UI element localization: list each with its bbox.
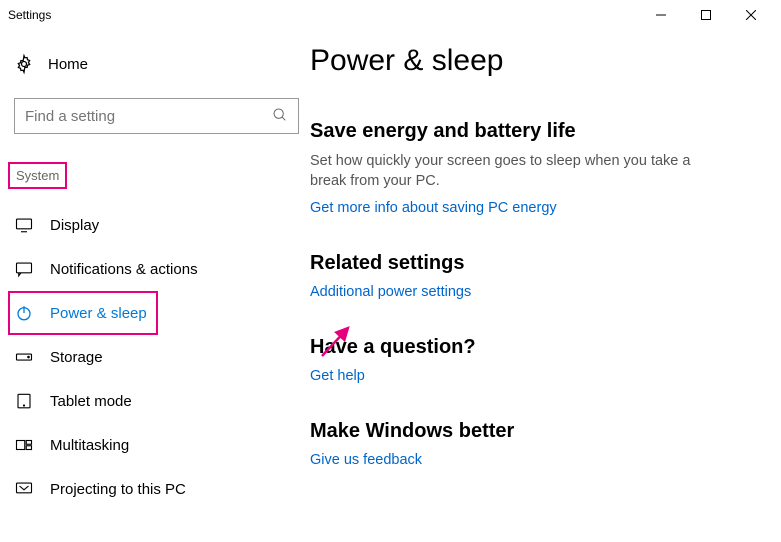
gear-icon [14,54,34,74]
sidebar-item-notifications[interactable]: Notifications & actions [14,247,310,291]
power-icon [14,304,34,322]
sidebar-item-multitasking[interactable]: Multitasking [14,423,310,467]
feedback-link[interactable]: Give us feedback [310,452,422,468]
section-heading-related: Related settings [310,252,761,275]
sidebar-item-projecting[interactable]: Projecting to this PC [14,467,310,511]
minimize-button[interactable] [638,0,683,30]
get-help-link[interactable]: Get help [310,368,365,384]
main-content: Power & sleep Save energy and battery li… [310,44,781,511]
tablet-icon [14,392,34,410]
sidebar-item-label: Notifications & actions [50,261,198,278]
multitask-icon [14,436,34,454]
window-title: Settings [8,8,51,22]
close-button[interactable] [728,0,773,30]
page-title: Power & sleep [310,44,761,78]
section-heading-energy: Save energy and battery life [310,120,761,143]
home-nav[interactable]: Home [14,44,310,84]
sidebar-item-label: Tablet mode [50,393,132,410]
maximize-button[interactable] [683,0,728,30]
section-heading-feedback: Make Windows better [310,420,761,443]
sidebar-item-tablet-mode[interactable]: Tablet mode [14,379,310,423]
monitor-icon [14,216,34,234]
sidebar-item-label: Multitasking [50,437,129,454]
search-icon [272,107,288,126]
sidebar-item-display[interactable]: Display [14,203,310,247]
project-icon [14,480,34,498]
search-input-container[interactable] [14,98,299,134]
sidebar-item-label: Display [50,217,99,234]
chat-icon [14,260,34,278]
sidebar-item-label: Projecting to this PC [50,481,186,498]
sidebar-item-storage[interactable]: Storage [14,335,310,379]
sidebar-item-label: Power & sleep [50,305,147,322]
sidebar: Home System Display Notifications & acti… [0,44,310,511]
energy-info-link[interactable]: Get more info about saving PC energy [310,200,557,216]
section-heading-question: Have a question? [310,336,761,359]
sidebar-item-label: Storage [50,349,103,366]
home-label: Home [48,56,88,73]
title-bar: Settings [0,0,781,30]
energy-description: Set how quickly your screen goes to slee… [310,151,710,191]
search-input[interactable] [25,108,272,125]
sidebar-item-power-sleep[interactable]: Power & sleep [8,291,158,335]
drive-icon [14,348,34,366]
additional-power-settings-link[interactable]: Additional power settings [310,284,471,300]
category-heading: System [8,162,67,189]
